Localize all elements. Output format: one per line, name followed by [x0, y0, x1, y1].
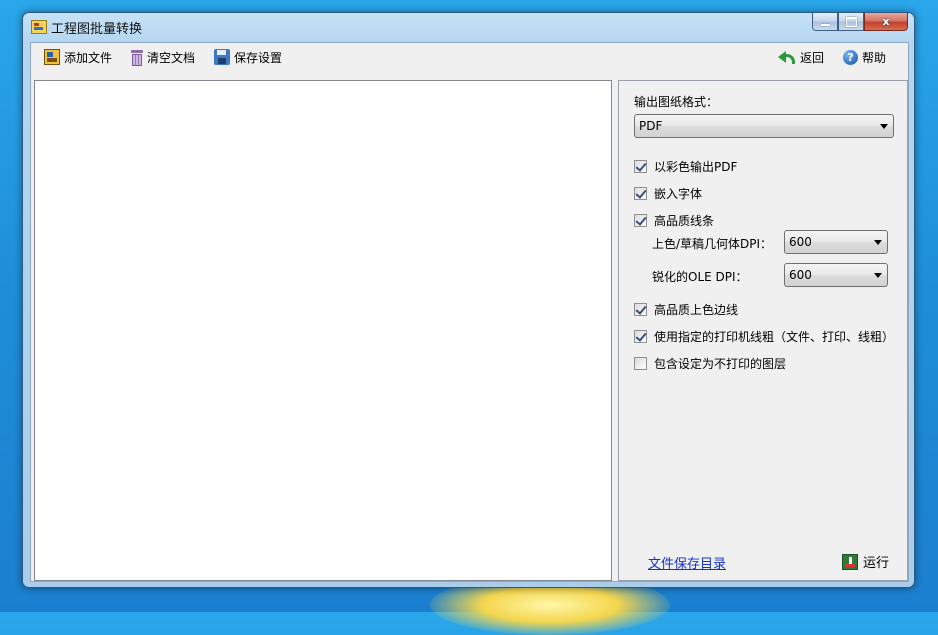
ole-dpi-select[interactable]: 600	[784, 263, 888, 287]
checkbox-printer-line-weights[interactable]: 使用指定的打印机线粗（文件、打印、线粗）	[634, 328, 894, 345]
save-directory-link[interactable]: 文件保存目录	[648, 553, 726, 572]
options-panel: 输出图纸格式： PDF 以彩色输出PDF 嵌入字体 高品质线条 上色/草稿几何体…	[618, 80, 908, 581]
app-window: 工程图批量转换 x 添加文件 清空文档 保存设置 返回 ? 帮助 输出图纸格式：…	[22, 12, 915, 588]
ole-dpi-value: 600	[789, 268, 812, 282]
checkbox-label: 嵌入字体	[654, 187, 703, 201]
chevron-down-icon	[874, 240, 882, 245]
shaded-dpi-label: 上色/草稿几何体DPI：	[652, 237, 773, 251]
minimize-button[interactable]	[812, 13, 838, 31]
title-bar[interactable]: 工程图批量转换 x	[23, 13, 914, 41]
shaded-dpi-select[interactable]: 600	[784, 230, 888, 254]
output-format-value: PDF	[639, 119, 663, 133]
checkbox-label: 高品质线条	[654, 214, 715, 228]
shaded-dpi-value: 600	[789, 235, 812, 249]
checkbox-color-pdf[interactable]: 以彩色输出PDF	[634, 158, 737, 175]
checkbox-label: 使用指定的打印机线粗（文件、打印、线粗）	[654, 330, 895, 344]
help-button[interactable]: ? 帮助	[843, 48, 886, 66]
window-title: 工程图批量转换	[51, 22, 143, 37]
checkbox-embed-fonts[interactable]: 嵌入字体	[634, 185, 702, 202]
checkbox-box[interactable]	[634, 303, 647, 316]
maximize-button[interactable]	[838, 13, 864, 31]
add-file-icon	[44, 49, 60, 65]
checkbox-label: 包含设定为不打印的图层	[654, 357, 787, 371]
checkbox-box[interactable]	[634, 187, 647, 200]
help-label: 帮助	[862, 50, 887, 65]
chevron-down-icon	[874, 273, 882, 278]
output-format-label: 输出图纸格式：	[634, 95, 719, 109]
trash-icon	[131, 49, 143, 66]
run-icon	[842, 553, 858, 570]
checkbox-label: 以彩色输出PDF	[654, 160, 738, 174]
ole-dpi-label: 锐化的OLE DPI：	[652, 270, 748, 284]
add-files-button[interactable]: 添加文件	[44, 48, 112, 66]
checkbox-hq-shaded-edges[interactable]: 高品质上色边线	[634, 301, 738, 318]
close-icon: x	[882, 15, 890, 28]
checkbox-include-noprint-layers[interactable]: 包含设定为不打印的图层	[634, 355, 786, 372]
checkbox-box[interactable]	[634, 160, 647, 173]
checkbox-box[interactable]	[634, 357, 647, 370]
maximize-icon	[845, 16, 857, 27]
save-settings-button[interactable]: 保存设置	[214, 48, 282, 66]
back-label: 返回	[800, 50, 825, 65]
client-area: 添加文件 清空文档 保存设置 返回 ? 帮助 输出图纸格式： PDF 以彩色输出…	[30, 42, 909, 582]
back-button[interactable]: 返回	[778, 48, 824, 66]
add-files-label: 添加文件	[64, 50, 113, 65]
checkbox-hq-lines[interactable]: 高品质线条	[634, 212, 714, 229]
close-button[interactable]: x	[864, 13, 908, 31]
minimize-icon	[820, 23, 830, 26]
toolbar: 添加文件 清空文档 保存设置 返回 ? 帮助	[31, 43, 908, 71]
clear-docs-button[interactable]: 清空文档	[131, 48, 195, 66]
help-icon: ?	[843, 49, 858, 65]
caption-buttons: x	[812, 13, 908, 32]
run-button[interactable]: 运行	[842, 552, 889, 571]
run-label: 运行	[863, 556, 890, 571]
checkbox-box[interactable]	[634, 214, 647, 227]
file-list[interactable]	[34, 80, 612, 581]
chevron-down-icon	[880, 124, 888, 129]
back-arrow-icon	[778, 49, 796, 65]
output-format-select[interactable]: PDF	[634, 114, 894, 138]
app-icon[interactable]	[31, 20, 47, 34]
save-icon	[214, 49, 230, 65]
checkbox-box[interactable]	[634, 330, 647, 343]
save-settings-label: 保存设置	[234, 50, 283, 65]
clear-docs-label: 清空文档	[147, 50, 196, 65]
checkbox-label: 高品质上色边线	[654, 303, 739, 317]
